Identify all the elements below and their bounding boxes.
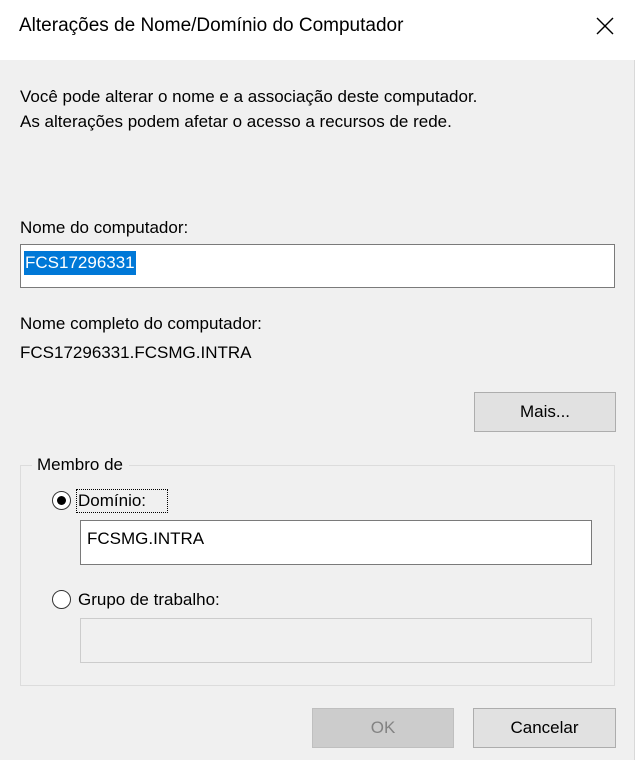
close-icon (596, 17, 614, 35)
full-name-label: Nome completo do computador: (20, 314, 262, 333)
workgroup-input[interactable] (80, 618, 592, 663)
title-bar: Alterações de Nome/Domínio do Computador (0, 0, 635, 60)
dialog-window: Alterações de Nome/Domínio do Computador… (0, 0, 635, 760)
radio-selected-dot (57, 496, 66, 505)
computer-name-label: Nome do computador: (20, 218, 189, 237)
description-line-1: Você pode alterar o nome e a associação … (20, 87, 478, 106)
member-of-legend: Membro de (32, 453, 129, 476)
domain-radio[interactable] (52, 491, 71, 510)
cancel-button[interactable]: Cancelar (473, 708, 616, 748)
computer-name-value: FCS17296331 (24, 251, 136, 275)
computer-name-input[interactable]: FCS17296331 (20, 244, 615, 288)
close-button[interactable] (580, 4, 630, 48)
domain-value: FCSMG.INTRA (87, 529, 205, 548)
full-name-value: FCS17296331.FCSMG.INTRA (20, 343, 252, 362)
workgroup-label[interactable]: Grupo de trabalho: (78, 588, 220, 611)
description-line-2: As alterações podem afetar o acesso a re… (20, 112, 452, 131)
more-button[interactable]: Mais... (474, 392, 616, 432)
window-title: Alterações de Nome/Domínio do Computador (19, 15, 404, 36)
ok-button[interactable]: OK (312, 708, 454, 748)
domain-label[interactable]: Domínio: (78, 489, 146, 512)
domain-input[interactable]: FCSMG.INTRA (80, 520, 592, 565)
workgroup-radio[interactable] (52, 590, 71, 609)
